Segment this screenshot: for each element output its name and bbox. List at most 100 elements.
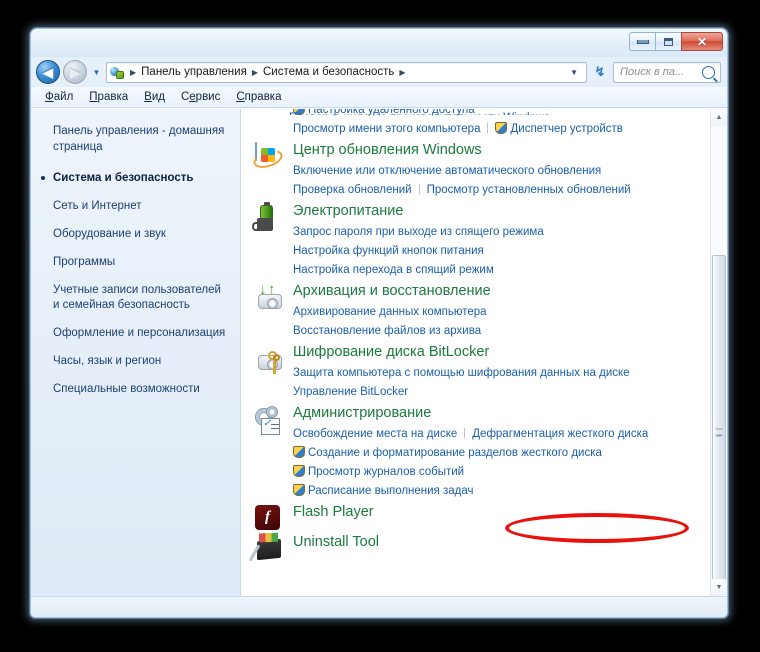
scroll-down-button[interactable]: ▼	[711, 579, 727, 596]
sidebar-item-1[interactable]: Сеть и Интернет	[53, 199, 230, 214]
link-line-0: Запрос пароля при выходе из спящего режи…	[293, 222, 710, 241]
category-body: Электропитание Запрос пароля при выходе и…	[289, 201, 710, 279]
category-link[interactable]: Освобождение места на диске	[293, 428, 457, 440]
sidebar-item-5[interactable]: Оформление и персонализация	[53, 326, 230, 341]
link-line-1: Восстановление файлов из архива	[293, 321, 710, 340]
category-title[interactable]: Uninstall Tool	[293, 532, 710, 552]
refresh-button[interactable]: ↯	[590, 62, 610, 83]
category-link[interactable]: Дефрагментация жесткого диска	[472, 428, 648, 440]
maximize-button[interactable]	[655, 32, 681, 51]
close-button[interactable]: ✕	[681, 32, 723, 51]
window-controls: ✕	[629, 32, 723, 51]
category-title[interactable]: Flash Player	[293, 502, 710, 522]
menu-item-3[interactable]: Сервис	[181, 91, 220, 103]
breadcrumb-item-0[interactable]: Панель управления	[139, 66, 249, 78]
category-icon-wrap	[248, 532, 289, 562]
category-icon-wrap	[255, 109, 289, 138]
category-icon-wrap: f	[255, 502, 289, 530]
category-6: f Flash Player	[255, 502, 710, 530]
search-input[interactable]: Поиск в па...	[613, 61, 721, 83]
sidebar-item-6[interactable]: Часы, язык и регион	[53, 354, 230, 369]
category-link[interactable]: Просмотр имени этого компьютера	[293, 123, 480, 135]
control-panel-icon	[110, 65, 125, 80]
breadcrumb[interactable]: ▶ Панель управления ▶ Система и безопасн…	[106, 61, 587, 83]
menu-bar: Файл Правка Вид Сервис Справка	[31, 87, 727, 108]
breadcrumb-separator-2: ▶	[399, 67, 406, 77]
category-link[interactable]: Проверка индекса производительности Wind…	[289, 112, 550, 115]
forward-arrow-icon: ▶	[70, 64, 80, 80]
address-dropdown-icon[interactable]: ▼	[564, 68, 584, 77]
category-icon-wrap	[252, 201, 289, 279]
category-link[interactable]: Архивирование данных компьютера	[293, 306, 487, 318]
link-divider	[487, 123, 489, 133]
category-link[interactable]: Настройка функций кнопок питания	[293, 245, 484, 257]
category-4: Шифрование диска BitLocker Защита компьют…	[255, 342, 710, 401]
link-line-0: Включение или отключение автоматического…	[293, 161, 710, 180]
category-link[interactable]: Восстановление файлов из архива	[293, 325, 481, 337]
triangle-down-icon: ▼	[715, 584, 723, 591]
sidebar-item-home[interactable]: Панель управления - домашняя страница	[53, 123, 230, 155]
category-body: Flash Player	[289, 502, 710, 530]
back-button[interactable]: ◀	[36, 60, 60, 84]
search-placeholder: Поиск в па...	[620, 66, 685, 78]
sidebar-item-7[interactable]: Специальные возможности	[53, 382, 230, 397]
link-line-2: Просмотр журналов событий	[293, 462, 710, 481]
close-icon: ✕	[696, 34, 708, 49]
scroll-up-button[interactable]: ▲	[711, 109, 727, 126]
uac-shield-icon	[293, 446, 305, 458]
vertical-scrollbar[interactable]: ▲ ▼	[710, 109, 727, 596]
category-link[interactable]: Просмотр журналов событий	[308, 466, 464, 478]
menu-item-1[interactable]: Правка	[89, 91, 128, 103]
clipped-top-link[interactable]: Проверка индекса производительности Wind…	[289, 109, 550, 115]
sidebar-item-4[interactable]: Учетные записи пользователей и семейная …	[53, 283, 230, 313]
link-divider	[418, 184, 420, 194]
forward-button[interactable]: ▶	[63, 60, 87, 84]
category-link[interactable]: Защита компьютера с помощью шифрования д…	[293, 367, 630, 379]
category-body: Архивация и восстановление Архивирование …	[289, 281, 710, 340]
scroll-track-upper[interactable]	[711, 126, 727, 255]
category-link[interactable]: Создание и форматирование разделов жестк…	[308, 447, 602, 459]
category-title[interactable]: Электропитание	[293, 201, 710, 221]
category-title[interactable]: Шифрование диска BitLocker	[293, 342, 710, 362]
breadcrumb-separator-0: ▶	[130, 67, 137, 77]
breadcrumb-item-1[interactable]: Система и безопасность	[261, 66, 396, 78]
category-link[interactable]: Запрос пароля при выходе из спящего режи…	[293, 226, 544, 238]
status-bar	[31, 596, 727, 617]
sidebar-item-3[interactable]: Программы	[53, 255, 230, 270]
sidebar-item-0[interactable]: Система и безопасность	[41, 171, 230, 186]
minimize-button[interactable]	[629, 32, 655, 51]
title-bar[interactable]: ✕	[31, 29, 727, 57]
link-divider	[464, 428, 466, 438]
sidebar-item-2[interactable]: Оборудование и звук	[53, 227, 230, 242]
link-line-0: Защита компьютера с помощью шифрования д…	[293, 363, 710, 382]
menu-item-4[interactable]: Справка	[236, 91, 281, 103]
category-title[interactable]: Администрирование	[293, 403, 710, 423]
flash-player-icon: f	[255, 505, 289, 530]
minimize-icon	[636, 39, 649, 44]
sidebar: Панель управления - домашняя страница Си…	[31, 109, 241, 596]
back-arrow-icon: ◀	[43, 64, 53, 80]
category-1: Центр обновления Windows Включение или от…	[255, 140, 710, 199]
category-link[interactable]: Просмотр установленных обновлений	[427, 184, 631, 196]
category-title[interactable]: Центр обновления Windows	[293, 140, 710, 160]
category-icon-wrap	[255, 140, 289, 199]
main-scroll-viewport: Настройка удаленного доступа Просмотр име…	[241, 109, 710, 596]
link-line-3: Расписание выполнения задач	[293, 481, 710, 500]
content-area: Панель управления - домашняя страница Си…	[31, 108, 727, 596]
category-link[interactable]: Настройка перехода в спящий режим	[293, 264, 494, 276]
history-dropdown-button[interactable]: ▼	[90, 68, 103, 77]
menu-item-0[interactable]: Файл	[45, 91, 73, 103]
category-title[interactable]: Архивация и восстановление	[293, 281, 710, 301]
category-link[interactable]: Включение или отключение автоматического…	[293, 165, 601, 177]
category-link[interactable]: Диспетчер устройств	[510, 123, 622, 135]
link-line-1: Создание и форматирование разделов жестк…	[293, 443, 710, 462]
category-link[interactable]: Управление BitLocker	[293, 386, 408, 398]
link-line-1: Управление BitLocker	[293, 382, 710, 401]
scroll-thumb[interactable]	[712, 255, 726, 596]
menu-item-2[interactable]: Вид	[144, 91, 165, 103]
refresh-icon: ↯	[594, 64, 606, 79]
chevron-down-icon: ▼	[92, 67, 101, 77]
category-link[interactable]: Расписание выполнения задач	[308, 485, 474, 497]
category-icon-wrap	[255, 403, 289, 500]
category-link[interactable]: Проверка обновлений	[293, 184, 412, 196]
